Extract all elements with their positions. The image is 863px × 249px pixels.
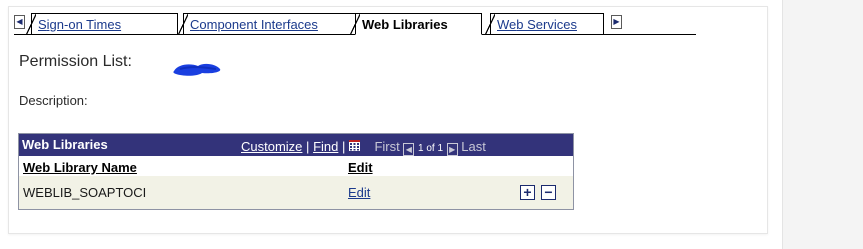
customize-link[interactable]: Customize [241,139,302,154]
redacted-value-scribble [173,63,221,76]
tab-edge [485,14,495,35]
tab-edge [26,14,36,35]
web-libraries-grid: Web Libraries Customize | Find | First ◀… [18,133,574,210]
grid-header-bar: Web Libraries Customize | Find | First ◀… [19,134,573,156]
first-label: First [374,139,400,154]
tab-edge [178,14,188,35]
permission-list-label: Permission List: [19,53,132,70]
tab-component-interfaces[interactable]: Component Interfaces [178,13,360,35]
triangle-left-icon: ◀ [16,17,23,26]
tab-web-libraries[interactable]: Web Libraries [350,13,482,35]
tab-sign-on-times-link[interactable]: Sign-on Times [38,17,121,32]
grid-navigation: Customize | Find | First ◀ 1 of 1 ▶ Last [241,139,486,156]
tab-component-interfaces-link[interactable]: Component Interfaces [190,17,318,32]
tab-edge [350,14,360,35]
tab-scroll-left-button[interactable]: ◀ [14,15,25,29]
previous-row-icon[interactable]: ◀ [403,143,415,156]
separator: | [306,139,310,154]
column-header-web-library-name[interactable]: Web Library Name [23,160,137,175]
minus-icon: − [544,184,553,200]
last-label: Last [461,139,486,154]
plus-icon: + [523,184,532,200]
column-header-edit[interactable]: Edit [348,160,373,175]
triangle-right-icon: ▶ [613,17,620,26]
add-row-button[interactable]: + [520,185,535,200]
table-row: WEBLIB_SOAPTOCI Edit + − [19,176,573,209]
tab-web-services[interactable]: Web Services [485,13,604,35]
edit-link[interactable]: Edit [348,185,370,200]
tab-web-libraries-label: Web Libraries [362,17,448,32]
right-margin-strip [782,0,863,249]
next-row-icon[interactable]: ▶ [446,143,458,156]
row-range: 1 of 1 [417,143,444,154]
view-all-grid-icon[interactable] [349,140,360,151]
find-link[interactable]: Find [313,139,338,154]
tab-sign-on-times[interactable]: Sign-on Times [26,13,178,35]
web-library-name-cell: WEBLIB_SOAPTOCI [23,185,147,200]
grid-title: Web Libraries [22,137,108,152]
grid-column-headers: Web Library Name Edit [19,156,573,176]
tab-web-services-link[interactable]: Web Services [497,17,577,32]
delete-row-button[interactable]: − [541,185,556,200]
separator: | [341,139,346,154]
tab-bar: ◀ Sign-on Times Component Interfaces Web… [14,13,696,35]
description-label: Description: [19,93,88,108]
tab-scroll-right-button[interactable]: ▶ [611,15,622,29]
